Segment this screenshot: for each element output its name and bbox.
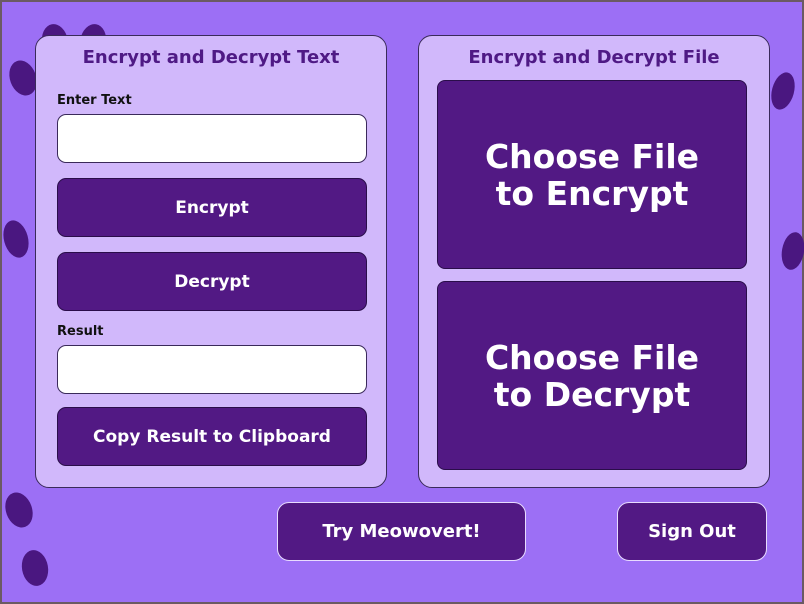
choose-decrypt-line1: Choose File (484, 337, 700, 377)
enter-text-label: Enter Text (57, 93, 132, 108)
decrypt-button[interactable]: Decrypt (57, 252, 367, 311)
result-field[interactable] (57, 345, 367, 394)
paw-print-pad (0, 488, 38, 532)
file-encryption-panel: Encrypt and Decrypt File Choose File to … (418, 35, 770, 488)
try-meowovert-button[interactable]: Try Meowovert! (277, 502, 526, 561)
copy-to-clipboard-button[interactable]: Copy Result to Clipboard (57, 407, 367, 466)
text-encryption-panel: Encrypt and Decrypt Text Enter Text Encr… (35, 35, 387, 488)
choose-decrypt-line2: to Decrypt (493, 374, 691, 414)
paw-print-pad (19, 548, 51, 588)
paw-print-pad (0, 217, 33, 261)
paw-print-pad (767, 69, 799, 113)
choose-encrypt-line1: Choose File (484, 136, 700, 176)
choose-file-to-encrypt-button[interactable]: Choose File to Encrypt (437, 80, 747, 269)
file-panel-title: Encrypt and Decrypt File (468, 47, 720, 68)
result-label: Result (57, 324, 104, 339)
choose-encrypt-line2: to Encrypt (495, 173, 689, 213)
text-panel-title: Encrypt and Decrypt Text (82, 47, 340, 68)
paw-print-pad (778, 230, 804, 272)
encrypt-button[interactable]: Encrypt (57, 178, 367, 237)
sign-out-button[interactable]: Sign Out (617, 502, 767, 561)
choose-file-to-decrypt-button[interactable]: Choose File to Decrypt (437, 281, 747, 470)
enter-text-input[interactable] (57, 114, 367, 163)
